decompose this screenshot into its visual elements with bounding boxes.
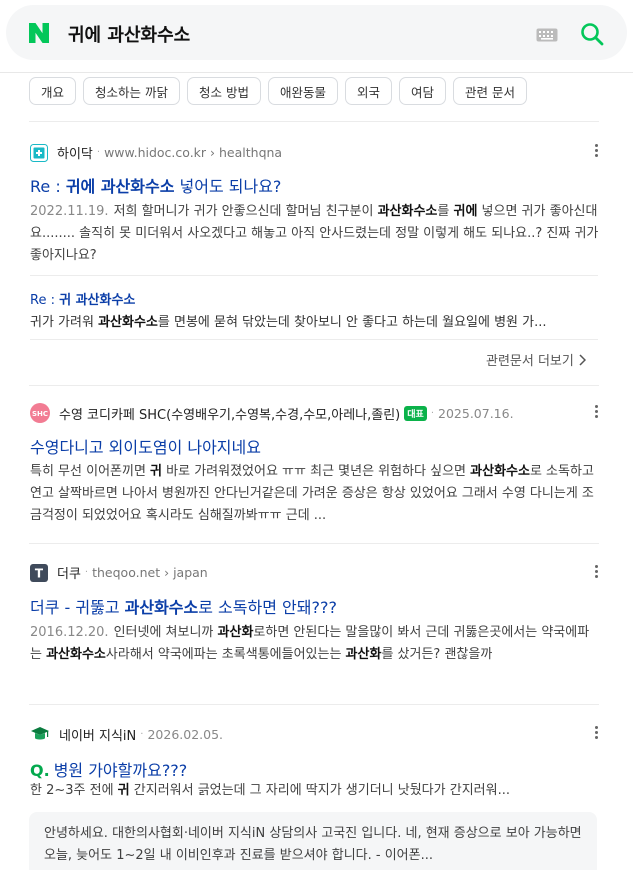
source-name[interactable]: 네이버 지식iN — [59, 725, 136, 744]
result-snippet: 특히 무선 이어폰끼면 귀 바로 가려워졌었어요 ㅠㅠ 최근 몇년은 위험하다 … — [30, 464, 594, 523]
more-options-icon[interactable] — [592, 564, 600, 580]
result-source[interactable]: SHC 수영 코디카페 SHC(수영배우기,수영복,수경,수모,아레나,졸린) … — [30, 403, 514, 423]
separator-dot: · — [140, 729, 144, 740]
result-title-link[interactable]: 더쿠 - 귀뚫고 과산화수소로 소독하면 안돼??? — [30, 594, 337, 618]
more-options-icon[interactable] — [592, 143, 600, 159]
result-divider — [29, 543, 599, 544]
section-divider — [29, 121, 599, 122]
separator-dot: · — [96, 147, 101, 158]
result-date: 2025.07.16. — [438, 405, 514, 421]
hidoc-favicon-icon — [30, 143, 48, 162]
chip-pets[interactable]: 애완동물 — [267, 77, 338, 105]
search-bar[interactable]: 귀에 과산화수소 — [6, 5, 627, 60]
topic-chips: 개요 청소하는 까닭 청소 방법 애완동물 외국 여담 관련 문서 — [29, 77, 528, 105]
result-date: 2022.11.19. — [30, 204, 109, 219]
svg-text:T: T — [35, 566, 44, 580]
sub-divider — [30, 275, 598, 276]
search-input[interactable]: 귀에 과산화수소 — [68, 21, 190, 47]
cafe-avatar-icon: SHC — [30, 403, 50, 423]
chip-trivia[interactable]: 여담 — [399, 77, 447, 105]
result-snippet: 2016.12.20. 인터넷에 쳐보니까 과산화로하면 안된다는 말을많이 봐서… — [30, 625, 590, 662]
search-icon[interactable] — [580, 22, 604, 50]
result-divider — [29, 385, 599, 386]
theqoo-favicon-icon: T — [30, 563, 48, 582]
result-source[interactable]: T 더쿠 · theqoo.net › japan — [30, 563, 208, 582]
source-name[interactable]: 수영 코디카페 SHC(수영배우기,수영복,수경,수모,아레나,졸린) — [59, 404, 400, 423]
result-date: 2026.02.05. — [147, 727, 224, 742]
separator-dot: · — [84, 567, 89, 578]
question-snippet: 한 2~3주 전에 귀 간지러워서 긁었는데 그 자리에 딱지가 생기더니 낫뒀… — [30, 783, 510, 798]
chip-related-docs[interactable]: 관련 문서 — [453, 77, 528, 105]
related-docs-more-link[interactable]: 관련문서 더보기 — [486, 350, 586, 369]
result-divider — [29, 704, 599, 705]
related-docs-label: 관련문서 더보기 — [486, 354, 574, 369]
chip-overview[interactable]: 개요 — [29, 77, 77, 105]
keyboard-icon[interactable] — [536, 27, 558, 46]
svg-text:SHC: SHC — [32, 410, 48, 418]
separator-dot: · — [430, 407, 435, 419]
sub-divider — [30, 339, 598, 340]
chip-abroad[interactable]: 외국 — [345, 77, 393, 105]
source-name[interactable]: 하이닥 — [57, 143, 93, 162]
question-title-link[interactable]: Q. 병원 가야할까요??? — [30, 757, 187, 781]
source-url[interactable]: theqoo.net › japan — [92, 565, 208, 580]
chevron-right-icon — [579, 353, 586, 366]
source-url[interactable]: www.hidoc.co.kr › healthqna — [104, 145, 282, 160]
chip-reason[interactable]: 청소하는 까닭 — [83, 77, 180, 105]
representative-badge: 대표 — [404, 405, 427, 421]
sub-result-snippet: 귀가 가려워 과산화수소를 면봉에 묻혀 닦았는데 찾아보니 안 좋다고 하는데… — [30, 315, 547, 330]
chip-method[interactable]: 청소 방법 — [187, 77, 261, 105]
sub-result-title-link[interactable]: Re : 귀 과산화수소 — [30, 289, 135, 308]
more-options-icon[interactable] — [592, 725, 600, 741]
source-name[interactable]: 더쿠 — [57, 563, 81, 582]
result-source[interactable]: 네이버 지식iN · 2026.02.05. — [30, 725, 223, 744]
naver-logo-icon[interactable] — [26, 20, 52, 46]
result-snippet: 2022.11.19. 저희 할머니가 귀가 안좋으신데 할머님 친구분이 과산화… — [30, 204, 599, 263]
result-title-link[interactable]: Re : 귀에 과산화수소 넣어도 되나요? — [30, 173, 281, 197]
header-divider — [0, 72, 633, 73]
kin-favicon-icon — [31, 726, 49, 739]
result-source[interactable]: 하이닥 · www.hidoc.co.kr › healthqna — [30, 143, 282, 162]
answer-preview[interactable]: 안녕하세요. 대한의사협회·네이버 지식iN 상담의사 고국진 입니다. 네, … — [29, 812, 597, 870]
more-options-icon[interactable] — [592, 404, 600, 420]
result-date: 2016.12.20. — [30, 625, 109, 640]
question-mark-label: Q. — [30, 761, 50, 780]
result-title-link[interactable]: 수영다니고 외이도염이 나아지네요 — [30, 434, 261, 458]
